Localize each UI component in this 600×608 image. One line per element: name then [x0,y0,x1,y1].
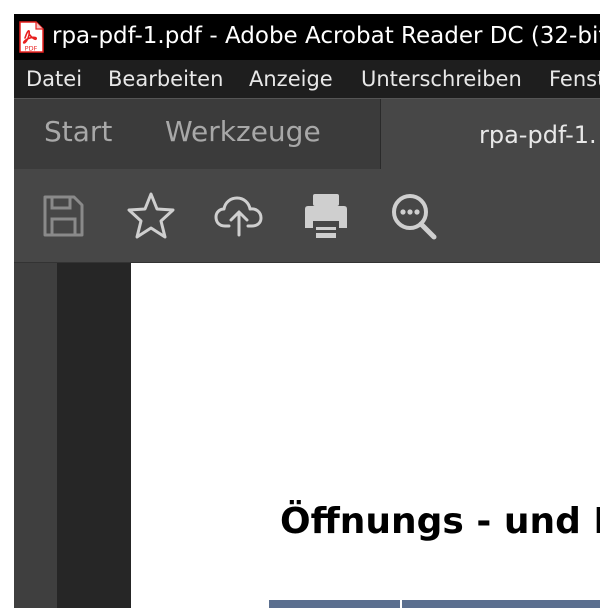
tab-document-label: rpa-pdf-1. [479,121,597,149]
save-icon[interactable] [36,189,90,243]
document-heading: Öffnungs - und L [280,501,600,542]
title-bar[interactable]: PDF rpa-pdf-1.pdf - Adobe Acrobat Reader… [14,14,600,60]
tab-werkzeuge[interactable]: Werkzeuge [165,115,321,148]
bookmark-star-icon[interactable] [124,189,178,243]
table-header-row [269,600,600,608]
menu-anzeige[interactable]: Anzeige [249,67,333,91]
tab-start[interactable]: Start [44,115,112,148]
menu-bar: Datei Bearbeiten Anzeige Unterschreiben … [14,60,600,98]
tab-bar: Start Werkzeuge rpa-pdf-1. [14,98,600,170]
print-icon[interactable] [299,189,353,243]
pdf-icon-label: PDF [25,44,38,52]
upload-cloud-icon[interactable] [212,189,266,243]
search-more-icon[interactable] [387,189,441,243]
menu-bearbeiten[interactable]: Bearbeiten [108,67,223,91]
desktop-margin [0,0,14,608]
menu-fenster[interactable]: Fenst [549,67,600,91]
pdf-page[interactable]: Öffnungs - und L [131,263,600,608]
page-gutter [57,263,131,608]
tab-document[interactable]: rpa-pdf-1. [381,99,600,169]
home-tabs-group: Start Werkzeuge [14,99,381,169]
window-title: rpa-pdf-1.pdf - Adobe Acrobat Reader DC … [52,23,600,49]
menu-unterschreiben[interactable]: Unterschreiben [361,67,522,91]
screen: PDF rpa-pdf-1.pdf - Adobe Acrobat Reader… [0,0,600,608]
acrobat-window: PDF rpa-pdf-1.pdf - Adobe Acrobat Reader… [14,14,600,608]
document-work-area: Öffnungs - und L [14,263,600,608]
menu-datei[interactable]: Datei [26,67,82,91]
table-column-divider [400,600,402,608]
left-navigation-rail[interactable] [14,263,57,608]
toolbar [14,169,600,263]
acrobat-pdf-icon: PDF [18,21,44,53]
